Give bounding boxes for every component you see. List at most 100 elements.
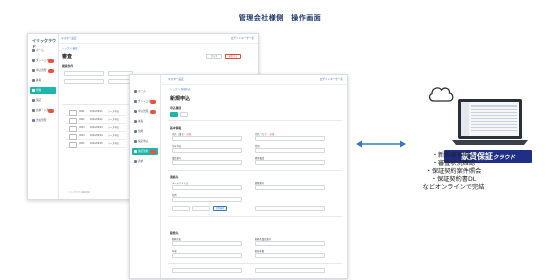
nav-icon bbox=[133, 130, 137, 133]
back-nav-label: 審査 bbox=[36, 79, 42, 82]
nav-icon bbox=[133, 150, 137, 153]
front-breadcrumb[interactable]: トップ > 新規申込 bbox=[170, 87, 190, 91]
row-detail-button[interactable] bbox=[69, 142, 77, 148]
name-kana-input[interactable] bbox=[255, 136, 325, 141]
back-filter-input-1[interactable] bbox=[64, 71, 104, 76]
row-text: リース申込 bbox=[108, 110, 119, 113]
double-arrow-icon bbox=[356, 140, 406, 148]
nav-icon bbox=[31, 69, 35, 72]
front-nav-item[interactable]: 審査 bbox=[132, 118, 158, 125]
table-row[interactable]: 0004 2020/06/04 リース申込 bbox=[66, 133, 126, 140]
front-nav-label: 契約 bbox=[138, 130, 144, 133]
row-detail-button[interactable] bbox=[69, 118, 77, 124]
row-detail-button[interactable] bbox=[69, 126, 77, 132]
front-nav-item[interactable]: 契約 bbox=[132, 128, 158, 135]
back-nav-label: 契約 bbox=[36, 89, 42, 92]
front-nav-item[interactable]: 保証申込 bbox=[132, 138, 158, 145]
front-nav-label: 保証契約 bbox=[138, 150, 149, 153]
back-search-button[interactable]: 検索する bbox=[225, 54, 241, 59]
address-city-input[interactable] bbox=[192, 206, 210, 211]
front-divider-1 bbox=[168, 120, 342, 121]
front-app-window: マスター設定 ログインユーザー名 トップ > 新規申込 新規申込 申込種別 基本… bbox=[129, 74, 348, 279]
front-nav-item[interactable]: 申込管理 bbox=[132, 108, 158, 115]
back-nav-item[interactable]: 審査 bbox=[30, 77, 56, 84]
row-date: 2020/06/03 bbox=[90, 126, 103, 129]
name-input[interactable] bbox=[172, 136, 242, 141]
address-input[interactable] bbox=[172, 197, 242, 202]
company-tel-input[interactable] bbox=[255, 241, 325, 246]
row-date: 2020/06/01 bbox=[90, 110, 103, 113]
back-nav-item[interactable]: 請求・入金 bbox=[30, 107, 56, 114]
zip-search-button[interactable]: 住所検索 bbox=[213, 206, 227, 211]
back-nav-item[interactable]: ホーム bbox=[30, 47, 56, 54]
back-nav-item[interactable]: ダッシュボード bbox=[30, 57, 56, 64]
mobile-input[interactable] bbox=[255, 160, 325, 165]
address-pref-select[interactable] bbox=[172, 206, 190, 211]
front-nav-item[interactable]: ダッシュボード bbox=[132, 98, 158, 105]
nav-icon bbox=[133, 90, 137, 93]
gender-select[interactable] bbox=[255, 148, 325, 153]
front-section-work: 勤務先 bbox=[170, 231, 179, 235]
row-text: リース申込 bbox=[108, 118, 119, 121]
nav-icon bbox=[31, 59, 35, 62]
income-input[interactable] bbox=[172, 253, 242, 258]
nav-icon bbox=[31, 89, 35, 92]
back-nav-label: 申込管理 bbox=[36, 69, 47, 72]
nav-icon bbox=[133, 160, 137, 163]
back-nav-item[interactable]: 契約 bbox=[30, 87, 56, 94]
back-clear-button[interactable]: クリア bbox=[206, 54, 222, 59]
zip-input[interactable] bbox=[255, 185, 325, 190]
table-row[interactable]: 0002 2020/06/02 リース申込 bbox=[66, 117, 126, 124]
cloud-icon bbox=[428, 87, 454, 102]
nav-icon bbox=[31, 79, 35, 82]
front-heading: 新規申込 bbox=[170, 96, 191, 102]
table-row[interactable]: 0005 2020/06/05 リース申込 bbox=[66, 141, 126, 148]
front-user-menu[interactable]: ログインユーザー名 bbox=[320, 75, 343, 84]
extra-input-2[interactable] bbox=[255, 268, 325, 273]
row-id: 0004 bbox=[79, 134, 85, 137]
row-detail-button[interactable] bbox=[69, 110, 77, 116]
front-nav-item[interactable]: 保証契約 bbox=[132, 148, 158, 155]
front-topbar: マスター設定 ログインユーザー名 bbox=[160, 75, 347, 85]
notification-badge bbox=[150, 149, 156, 154]
back-nav-item[interactable]: 保証 bbox=[30, 97, 56, 104]
table-row[interactable]: 0001 2020/06/01 リース申込 bbox=[66, 109, 126, 116]
table-row[interactable]: 0003 2020/06/03 リース申込 bbox=[66, 125, 126, 132]
phone-input[interactable] bbox=[172, 160, 242, 165]
nav-icon bbox=[133, 140, 137, 143]
front-nav-item[interactable]: 請求 bbox=[132, 158, 158, 165]
front-type-option-2[interactable] bbox=[180, 112, 188, 117]
row-text: リース申込 bbox=[108, 134, 119, 137]
email-input[interactable] bbox=[172, 185, 242, 190]
front-nav-item[interactable]: ホーム bbox=[132, 88, 158, 95]
nav-icon bbox=[133, 110, 137, 113]
back-topbar-link[interactable]: マスター設定 bbox=[61, 34, 77, 43]
nav-icon bbox=[31, 99, 35, 102]
extra-input-1[interactable] bbox=[172, 268, 242, 273]
back-nav-item[interactable]: 申込管理 bbox=[30, 67, 56, 74]
years-input[interactable] bbox=[255, 253, 325, 258]
back-heading: 審査 bbox=[62, 54, 73, 60]
front-nav-label: 審査 bbox=[138, 120, 144, 123]
row-detail-button[interactable] bbox=[69, 134, 77, 140]
building-input[interactable] bbox=[255, 206, 325, 211]
back-footer: イリックラウド株式会社 bbox=[68, 192, 91, 194]
birth-input[interactable] bbox=[172, 148, 242, 153]
front-topbar-link[interactable]: マスター設定 bbox=[168, 75, 184, 84]
notification-badge bbox=[150, 109, 156, 114]
nav-icon bbox=[133, 100, 137, 103]
back-user-menu[interactable]: ログインユーザー名 bbox=[231, 34, 254, 43]
row-id: 0003 bbox=[79, 126, 85, 129]
front-divider-3 bbox=[168, 216, 342, 217]
notification-badge bbox=[48, 58, 54, 63]
back-breadcrumb[interactable]: トップ > 審査 bbox=[62, 46, 77, 50]
front-type-option-1[interactable] bbox=[170, 112, 178, 117]
feature-item: ・保証契約案件照会 bbox=[425, 168, 482, 175]
row-text: リース申込 bbox=[108, 142, 119, 145]
notification-badge bbox=[48, 68, 54, 73]
back-nav-item[interactable]: 支払管理 bbox=[30, 117, 56, 124]
notification-badge bbox=[48, 108, 54, 113]
back-filter-input-3[interactable] bbox=[64, 79, 104, 84]
front-divider-2 bbox=[168, 170, 342, 171]
company-input[interactable] bbox=[172, 241, 242, 246]
